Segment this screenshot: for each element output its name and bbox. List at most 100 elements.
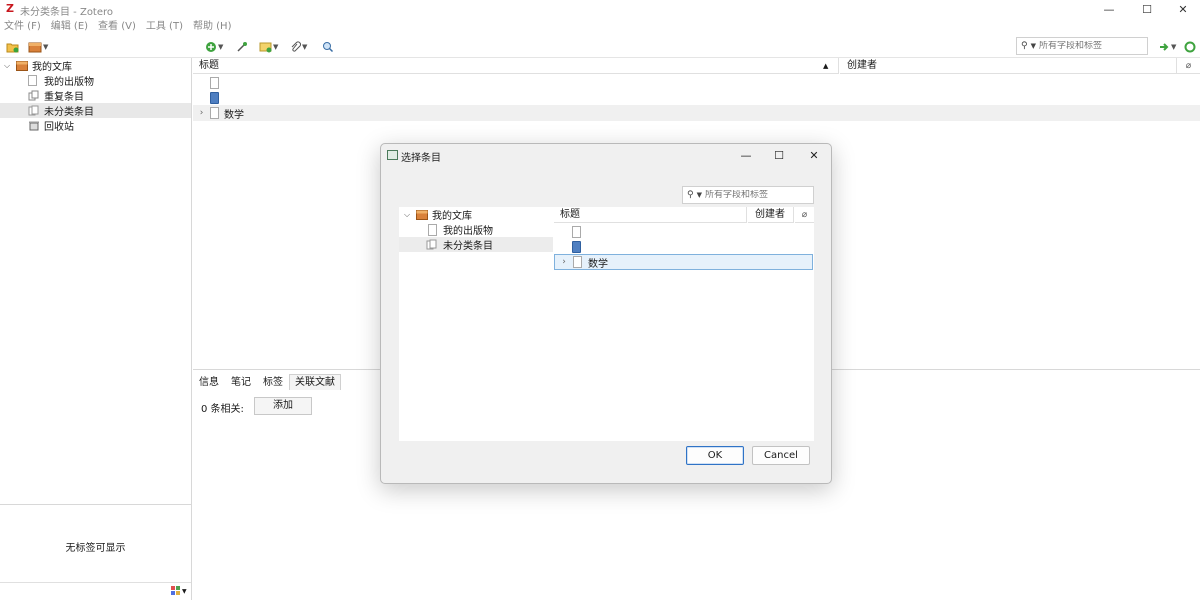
chevron-down-icon: ▼ [273, 43, 278, 51]
select-items-dialog: 选择条目 — ☐ ✕ ⚲ ▼ ⌵ 我的文库 我的出版物 未分类条目 标题 [380, 143, 832, 484]
maximize-button[interactable]: ☐ [1128, 0, 1166, 18]
chevron-down-icon: ▼ [302, 43, 307, 51]
collection-label: 回收站 [44, 118, 74, 133]
search-mode-dropdown-icon[interactable]: ▼ [697, 191, 702, 199]
item-title: 数学 [588, 255, 608, 270]
collections-pane: ⌵ 我的文库 我的出版物 重复条目 未分类条目 回收站 无标签可显示 ▼ [0, 58, 192, 600]
library-label: 我的文库 [32, 58, 72, 73]
library-icon [28, 41, 42, 53]
collection-trash[interactable]: 回收站 [0, 118, 191, 133]
tab-related[interactable]: 关联文献 [289, 374, 341, 390]
collection-label: 未分类条目 [44, 103, 94, 118]
add-item-icon [205, 41, 217, 53]
tab-info[interactable]: 信息 [193, 374, 225, 390]
search-mode-dropdown-icon[interactable]: ▼ [1031, 42, 1036, 50]
search-icon: ⚲ [1021, 41, 1028, 51]
dialog-minimize-button[interactable]: — [734, 147, 758, 163]
chevron-down-icon: ▼ [182, 588, 187, 595]
tab-notes[interactable]: 笔记 [225, 374, 257, 390]
paperclip-icon: ⌀ [802, 210, 807, 220]
ok-button[interactable]: OK [686, 446, 744, 465]
collection-unfiled[interactable]: 未分类条目 [0, 103, 191, 118]
sync-button[interactable] [1184, 39, 1196, 55]
menu-bar: 文件 (F) 编辑 (E) 查看 (V) 工具 (T) 帮助 (H) [0, 19, 241, 35]
new-item-button[interactable]: ▼ [205, 39, 223, 55]
collection-duplicates[interactable]: 重复条目 [0, 88, 191, 103]
menu-file[interactable]: 文件 (F) [4, 19, 41, 35]
column-title-label: 标题 [199, 60, 219, 71]
tab-tags[interactable]: 标签 [257, 374, 289, 390]
item-row[interactable] [193, 90, 1200, 106]
collection-label: 重复条目 [44, 88, 84, 103]
dialog-column-title[interactable]: 标题 [554, 207, 747, 223]
search-box[interactable]: ⚲ ▼ [1016, 37, 1148, 55]
minimize-button[interactable]: — [1090, 0, 1128, 18]
sync-forward-button[interactable]: ▼ [1158, 39, 1176, 55]
advanced-search-button[interactable] [322, 39, 334, 55]
related-count-label: 0 条相关: [201, 400, 244, 415]
column-header-attachments[interactable]: ⌀ [1176, 58, 1200, 74]
tag-actions-button[interactable]: ▼ [171, 586, 187, 596]
dialog-icon [387, 150, 398, 160]
dialog-item-row[interactable] [554, 239, 813, 255]
sort-ascending-icon: ▲ [823, 58, 828, 74]
collection-label: 我的出版物 [44, 73, 94, 88]
dialog-column-attachments[interactable]: ⌀ [795, 207, 814, 223]
menu-edit[interactable]: 编辑 (E) [51, 19, 88, 35]
magic-wand-icon [236, 41, 248, 53]
chevron-down-icon[interactable]: ⌵ [4, 61, 16, 71]
item-pane-tabs: 信息 笔记 标签 关联文献 [193, 374, 341, 390]
cancel-button[interactable]: Cancel [752, 446, 810, 465]
menu-tools[interactable]: 工具 (T) [146, 19, 183, 35]
chevron-down-icon: ▼ [43, 43, 48, 51]
dialog-search-input[interactable] [705, 190, 805, 200]
menu-help[interactable]: 帮助 (H) [193, 19, 232, 35]
column-header-title[interactable]: 标题 ▲ [193, 58, 839, 74]
add-related-button[interactable]: 添加 [254, 397, 312, 415]
dialog-collection-unfiled[interactable]: 未分类条目 [399, 237, 553, 252]
note-icon [259, 41, 272, 53]
paperclip-icon: ⌀ [1186, 61, 1191, 71]
column-title-label: 标题 [560, 209, 580, 220]
chevron-down-icon: ▼ [218, 43, 223, 51]
chevron-down-icon[interactable]: ⌵ [404, 210, 416, 220]
dialog-item-row-selected[interactable]: › 数学 [554, 254, 813, 270]
column-header-creator[interactable]: 创建者 [840, 58, 1176, 74]
library-row[interactable]: ⌵ 我的文库 [0, 58, 191, 73]
chevron-right-icon[interactable]: › [193, 108, 210, 118]
unfiled-icon [28, 105, 40, 116]
new-collection-button[interactable] [6, 39, 20, 55]
tag-colors-icon [171, 586, 181, 596]
publications-icon [28, 75, 40, 86]
document-icon [573, 256, 582, 268]
menu-view[interactable]: 查看 (V) [98, 19, 136, 35]
collection-my-publications[interactable]: 我的出版物 [0, 73, 191, 88]
dialog-close-button[interactable]: ✕ [802, 147, 826, 163]
new-note-button[interactable]: ▼ [259, 39, 278, 55]
close-button[interactable]: ✕ [1164, 0, 1200, 18]
dialog-collection-my-publications[interactable]: 我的出版物 [399, 222, 553, 237]
dialog-library-row[interactable]: ⌵ 我的文库 [399, 207, 553, 222]
book-icon [572, 241, 581, 253]
duplicates-icon [28, 90, 40, 101]
publications-icon [428, 224, 437, 236]
dialog-search-box[interactable]: ⚲ ▼ [682, 186, 814, 204]
sync-icon [1184, 41, 1196, 53]
tag-selector: 无标签可显示 [0, 504, 191, 584]
new-library-button[interactable]: ▼ [28, 39, 48, 55]
dialog-column-creator[interactable]: 创建者 [748, 207, 794, 223]
no-tags-message: 无标签可显示 [0, 539, 191, 554]
add-by-identifier-button[interactable] [236, 39, 248, 55]
new-collection-icon [6, 41, 20, 53]
dialog-maximize-button[interactable]: ☐ [767, 147, 791, 163]
item-row[interactable] [193, 75, 1200, 91]
item-row[interactable]: › 数学 [193, 105, 1200, 121]
attachment-button[interactable]: ▼ [290, 39, 307, 55]
chevron-right-icon[interactable]: › [555, 257, 573, 267]
search-input[interactable] [1039, 41, 1139, 51]
item-title: 数学 [224, 106, 244, 121]
dialog-item-row[interactable] [554, 224, 813, 240]
search-icon: ⚲ [687, 190, 694, 200]
zotero-logo-icon: Z [6, 3, 17, 15]
library-icon [16, 60, 28, 71]
